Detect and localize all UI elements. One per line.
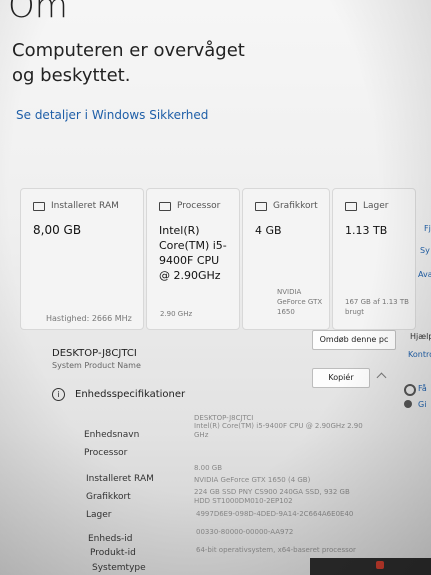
spec-value: 64-bit operativsystem, x64-baseret proce… <box>196 546 356 554</box>
processor-card-value: Intel(R) Core(TM) i5-9400F CPU @ 2.90GHz <box>159 224 227 282</box>
storage-card-label: Lager <box>363 201 389 211</box>
device-name: DESKTOP-J8CJTCI <box>52 348 137 359</box>
side-link-sy[interactable]: Sy <box>420 246 430 255</box>
help-gear-icon[interactable] <box>404 384 416 396</box>
spec-label: Produkt-id <box>90 548 136 558</box>
gpu-icon <box>255 201 267 211</box>
gpu-card: Grafikkort 4 GB NVIDIA GeForce GTX 1650 <box>242 188 330 330</box>
spec-value: 00330-80000-00000-AA972 <box>196 528 294 536</box>
spec-value: 224 GB SSD PNY CS900 240GA SSD, 932 GB H… <box>194 488 350 505</box>
spec-label: Enheds-id <box>88 534 133 544</box>
spec-value: DESKTOP-J8CJTCI <box>194 414 254 422</box>
spec-label: Enhedsnavn <box>84 430 140 440</box>
gpu-card-label: Grafikkort <box>273 201 318 211</box>
spec-label: Systemtype <box>92 563 146 573</box>
spec-value: 8.00 GB <box>194 464 223 472</box>
info-icon: i <box>52 388 65 401</box>
security-details-link[interactable]: Se detaljer i Windows Sikkerhed <box>16 108 208 122</box>
processor-card: Processor Intel(R) Core(TM) i5-9400F CPU… <box>146 188 240 330</box>
ram-card: Installeret RAM 8,00 GB <box>20 188 144 330</box>
spec-value: Intel(R) Core(TM) i5-9400F CPU @ 2.90GHz… <box>194 422 363 439</box>
specs-section-header[interactable]: i Enhedsspecifikationer <box>52 388 185 401</box>
side-link-fj[interactable]: Fj <box>424 224 431 233</box>
spec-label: Lager <box>86 510 112 520</box>
storage-card-sub: 167 GB af 1.13 TB brugt <box>345 298 409 316</box>
side-link-ava[interactable]: Ava <box>418 270 431 279</box>
gpu-card-value: 4 GB <box>255 224 282 237</box>
feedback-people-icon[interactable] <box>404 400 412 408</box>
tray-app-icon[interactable] <box>376 561 384 569</box>
storage-icon <box>345 201 357 211</box>
specs-section-title: Enhedsspecifikationer <box>75 389 186 400</box>
spec-value: NVIDIA GeForce GTX 1650 (4 GB) <box>194 476 311 484</box>
taskbar <box>310 558 431 575</box>
side-link-gi[interactable]: Gi <box>418 400 426 409</box>
processor-card-label: Processor <box>177 201 221 211</box>
page-title: Om <box>8 0 68 26</box>
ram-card-label: Installeret RAM <box>51 201 119 211</box>
copy-button[interactable]: Kopiér <box>312 368 370 388</box>
ram-card-value: 8,00 GB <box>33 223 82 237</box>
spec-label: Processor <box>84 448 128 458</box>
rename-pc-button[interactable]: Omdøb denne pc <box>312 330 396 350</box>
processor-icon <box>159 201 171 211</box>
storage-card-value: 1.13 TB <box>345 224 388 237</box>
spec-label: Grafikkort <box>86 492 131 502</box>
help-heading: Hjælp <box>410 332 431 341</box>
spec-label: Installeret RAM <box>86 474 154 484</box>
spec-value: 4997D6E9-098D-4DED-9A14-2C664A6E0E40 <box>196 510 354 518</box>
chevron-up-icon[interactable] <box>376 372 387 383</box>
ram-icon <box>33 201 45 211</box>
side-link-kontro[interactable]: Kontro <box>408 350 431 359</box>
ram-speed: Hastighed: 2666 MHz <box>46 314 132 323</box>
product-name: System Product Name <box>52 361 141 370</box>
gpu-card-sub: NVIDIA GeForce GTX 1650 <box>277 288 323 316</box>
storage-card: Lager 1.13 TB 167 GB af 1.13 TB brugt <box>332 188 416 330</box>
cpu-speed: 2.90 GHz <box>160 310 193 318</box>
side-link-fa[interactable]: Få <box>418 384 427 393</box>
security-status-headline: Computeren er overvåget og beskyttet. <box>12 40 245 86</box>
